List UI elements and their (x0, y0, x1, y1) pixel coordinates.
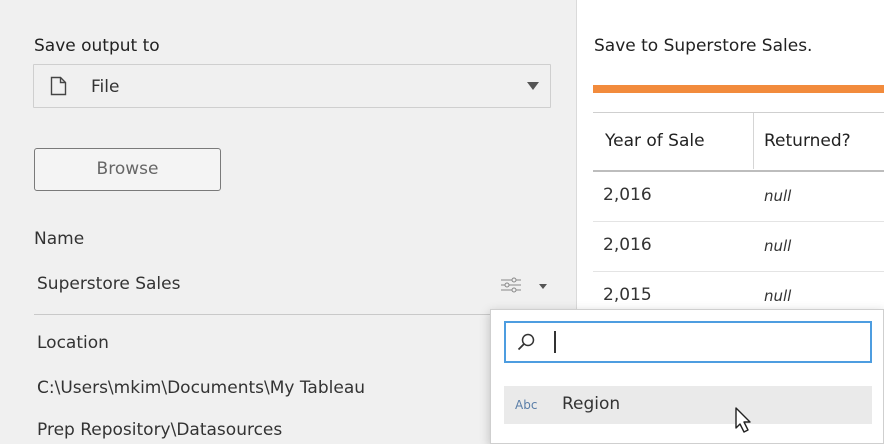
chevron-down-icon (527, 82, 539, 90)
field-suggestion-item[interactable]: Abc Region (504, 386, 872, 424)
table-cell: null (764, 287, 792, 305)
output-type-value: File (91, 77, 120, 97)
name-underline (34, 314, 556, 315)
table-cell: null (764, 187, 792, 205)
string-type-icon: Abc (515, 398, 538, 412)
save-output-dialog: Save output to File Browse Name Supersto… (0, 0, 884, 444)
table-cell: 2,016 (603, 235, 652, 255)
table-cell: 2,016 (603, 185, 652, 205)
table-row: 2,016 null (593, 172, 884, 222)
field-search-input[interactable] (504, 321, 872, 363)
table-row: 2,016 null (593, 222, 884, 272)
location-path-line2: Prep Repository\Datasources (37, 420, 283, 440)
preview-title: Save to Superstore Sales. (594, 36, 813, 56)
name-input[interactable]: Superstore Sales (37, 274, 180, 294)
browse-button[interactable]: Browse (34, 148, 221, 191)
suggestion-label: Region (562, 394, 621, 414)
mouse-pointer-icon (735, 407, 751, 433)
column-divider (753, 113, 754, 169)
search-icon (517, 333, 535, 351)
table-cell: 2,015 (603, 285, 652, 305)
text-cursor (554, 331, 556, 353)
table-cell: null (764, 237, 792, 255)
table-divider (593, 112, 884, 113)
preview-accent-bar (593, 85, 884, 93)
chevron-down-icon[interactable] (539, 284, 547, 289)
field-search-popup: Abc Region (490, 309, 884, 444)
location-path-line1: C:\Users\mkim\Documents\My Tableau (37, 378, 366, 398)
column-header-year-of-sale[interactable]: Year of Sale (605, 131, 705, 151)
save-output-label: Save output to (34, 36, 160, 56)
output-type-dropdown[interactable]: File (33, 64, 551, 108)
file-icon (50, 76, 67, 96)
name-label: Name (34, 229, 85, 249)
field-options-icon[interactable] (500, 277, 522, 293)
column-header-returned[interactable]: Returned? (764, 131, 851, 151)
location-label: Location (37, 333, 109, 353)
